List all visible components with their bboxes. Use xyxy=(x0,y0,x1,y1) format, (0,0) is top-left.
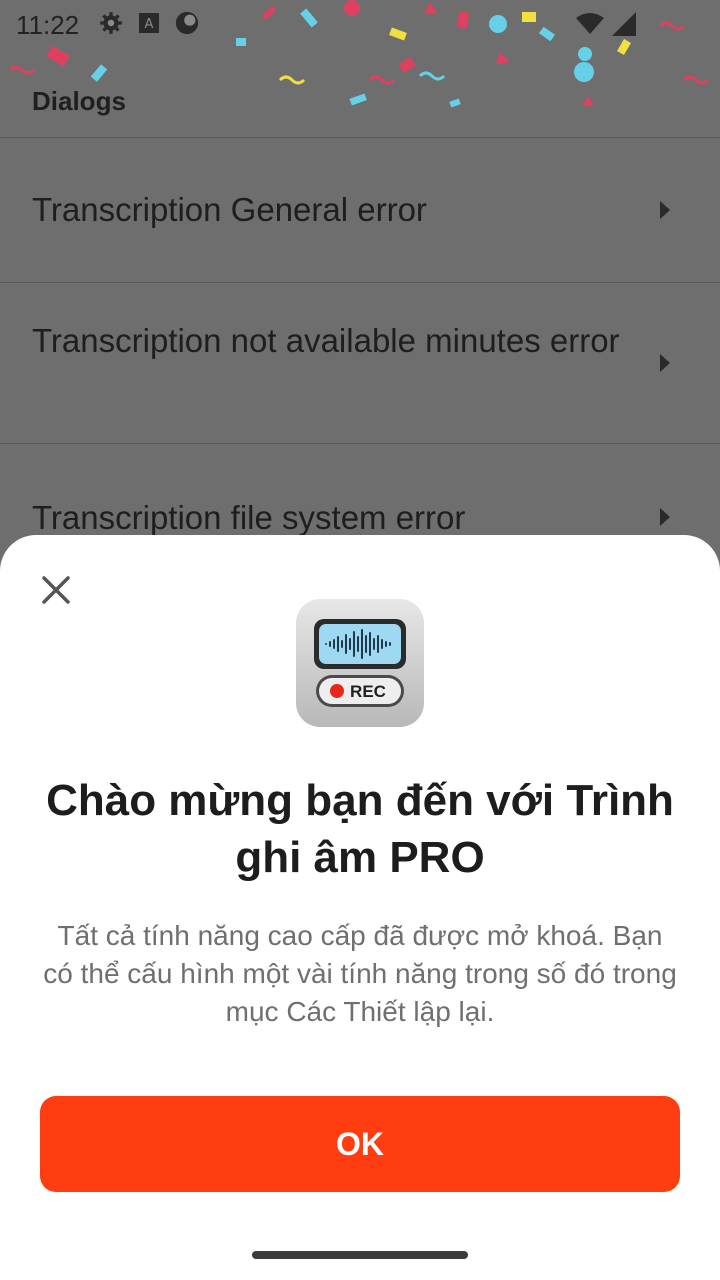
rec-label: REC xyxy=(350,682,386,701)
svg-text:A: A xyxy=(145,17,154,32)
status-time: 11:22 xyxy=(16,10,80,40)
status-icons: A xyxy=(98,10,200,36)
app-circle-icon xyxy=(174,10,200,36)
section-header: Dialogs xyxy=(32,86,126,116)
cell-signal-icon xyxy=(612,12,636,36)
list-item-label: Transcription not available minutes erro… xyxy=(32,322,620,359)
chevron-right-icon xyxy=(660,201,670,219)
list-item[interactable]: Transcription not available minutes erro… xyxy=(0,283,720,443)
font-a-icon: A xyxy=(136,10,162,36)
close-icon xyxy=(42,576,70,604)
ok-button[interactable]: OK xyxy=(40,1096,680,1192)
status-right-icons xyxy=(576,12,636,36)
list-item-label: Transcription General error xyxy=(32,191,427,228)
list-item[interactable]: Transcription General error xyxy=(0,138,720,282)
settings-icon xyxy=(98,10,124,36)
status-bar: 11:22 A xyxy=(0,0,720,48)
chevron-right-icon xyxy=(660,354,670,372)
close-button[interactable] xyxy=(36,570,76,610)
wifi-icon xyxy=(576,13,604,34)
dialog-title: Chào mừng bạn đến với Trình ghi âm PRO xyxy=(46,776,674,882)
recorder-app-icon: REC xyxy=(314,619,406,707)
chevron-right-icon xyxy=(660,508,670,526)
app-icon: REC xyxy=(296,599,424,727)
list-item[interactable]: Transcription file system error xyxy=(0,444,720,544)
dialog-body: Tất cả tính năng cao cấp đã được mở khoá… xyxy=(43,920,677,1027)
home-indicator[interactable] xyxy=(252,1251,468,1259)
